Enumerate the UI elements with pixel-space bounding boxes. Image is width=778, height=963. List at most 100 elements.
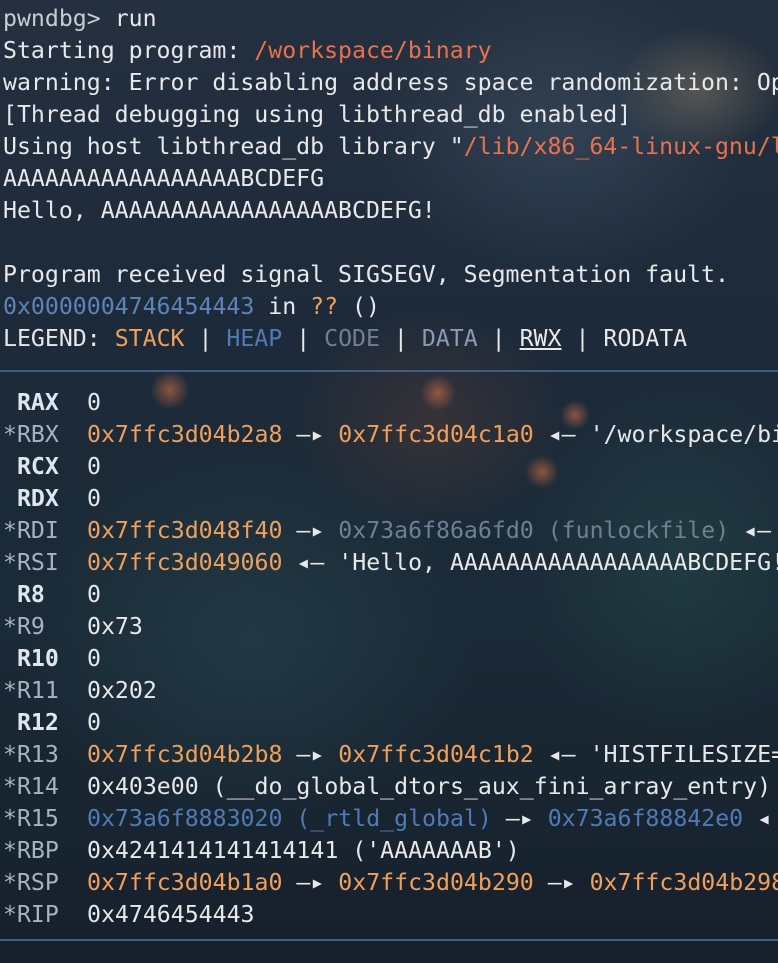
register-rdx: RDX 0 <box>3 483 778 515</box>
fault-args: () <box>338 293 380 320</box>
register-r10: R10 0 <box>3 643 778 675</box>
arrow: ◂— <box>729 517 772 544</box>
reg-name: R8 <box>3 581 45 608</box>
reg-value: 0x73 <box>87 613 143 640</box>
reg-name: *R13 <box>3 741 59 768</box>
string-value: 'HISTFILESIZE= <box>589 741 778 768</box>
reg-value: 0 <box>87 645 101 672</box>
section-divider <box>0 939 778 941</box>
prompt-line: pwndbg> run <box>3 3 778 35</box>
reg-name: *RBP <box>3 837 59 864</box>
thread-debug-line: [Thread debugging using libthread_db ena… <box>3 101 632 128</box>
reg-name: R12 <box>3 709 59 736</box>
deref-value: 0x73a6f86a6fd0 (funlockfile) <box>338 517 730 544</box>
deref-value: 0x7ffc3d04b290 <box>338 869 534 896</box>
register-r15: *R15 0x73a6f8883020 (_rtld_global) —▸ 0x7… <box>3 803 778 835</box>
reg-name: *RIP <box>3 901 59 928</box>
reg-name: *RDI <box>3 517 59 544</box>
terminal-output[interactable]: pwndbg> run Starting program: /workspace… <box>0 3 778 941</box>
reg-value: 0x403e00 (__do_global_dtors_aux_fini_arr… <box>87 773 772 800</box>
arrow: ◂— <box>533 421 590 448</box>
reg-name: RDX <box>3 485 59 512</box>
legend-sep: | <box>379 325 422 352</box>
reg-value: 0x4241414141414141 ('AAAAAAAB') <box>87 837 520 864</box>
reg-name: R10 <box>3 645 59 672</box>
reg-value: 0 <box>87 709 101 736</box>
reg-name: *R11 <box>3 677 59 704</box>
reg-value: 0x7ffc3d04b2b8 <box>87 741 283 768</box>
register-r12: R12 0 <box>3 707 778 739</box>
arrow: —▸ <box>282 421 339 448</box>
deref-value: 0x7ffc3d04c1b2 <box>338 741 534 768</box>
reg-name: *RBX <box>3 421 59 448</box>
legend-code: CODE <box>324 325 380 352</box>
starting-program-line: Starting program: /workspace/binary <box>3 35 778 67</box>
libthread-db-line: Using host libthread_db library "/lib/x8… <box>3 131 778 163</box>
register-r9: *R9 0x73 <box>3 611 778 643</box>
reg-value: 0x202 <box>87 677 157 704</box>
using-host-label: Using host libthread_db library " <box>3 133 464 160</box>
command-text: run <box>114 5 157 32</box>
arrow: —▸ <box>491 805 548 832</box>
reg-value: 0x73a6f8883020 (_rtld_global) <box>87 805 492 832</box>
legend-sep: | <box>477 325 520 352</box>
fault-in: in <box>254 293 311 320</box>
legend-heap: HEAP <box>226 325 283 352</box>
legend-data: DATA <box>421 325 478 352</box>
string-value: '/workspace/bi <box>589 421 778 448</box>
libthread-db-path: /lib/x86_64-linux-gnu/l <box>463 133 778 160</box>
reg-name: *R15 <box>3 805 59 832</box>
reg-name: RCX <box>3 453 59 480</box>
fault-address: 0x0000004746454443 <box>3 293 255 320</box>
arrow: ◂— <box>282 549 339 576</box>
arrow: ◂— <box>533 741 590 768</box>
reg-value: 0x7ffc3d048f40 <box>87 517 283 544</box>
starting-label: Starting program: <box>3 37 255 64</box>
signal-line: Program received signal SIGSEGV, Segment… <box>3 261 729 288</box>
register-r8: R8 0 <box>3 579 778 611</box>
arrow: —▸ <box>282 869 339 896</box>
register-r13: *R13 0x7ffc3d04b2b8 —▸ 0x7ffc3d04c1b2 ◂— … <box>3 739 778 771</box>
legend-label: LEGEND: <box>3 325 115 352</box>
section-divider <box>0 370 778 372</box>
reg-value: 0 <box>87 581 101 608</box>
arrow: ◂ <box>743 805 772 832</box>
legend-rwx: RWX <box>519 325 562 352</box>
reg-value: 0x4746454443 <box>87 901 255 928</box>
prompt: pwndbg> <box>3 5 101 32</box>
reg-value: 0 <box>87 485 101 512</box>
legend-sep: | <box>561 325 604 352</box>
legend-rodata: RODATA <box>603 325 688 352</box>
deref-value: 0x7ffc3d04b298 <box>589 869 778 896</box>
string-value: 'Hello, AAAAAAAAAAAAAAAAABCDEFG! <box>338 549 778 576</box>
deref-value: 0x7ffc3d04c1a0 <box>338 421 534 448</box>
legend-sep: | <box>184 325 227 352</box>
legend-line: LEGEND: STACK | HEAP | CODE | DATA | RWX… <box>3 323 778 355</box>
register-rdi: *RDI 0x7ffc3d048f40 —▸ 0x73a6f86a6fd0 (fu… <box>3 515 778 547</box>
register-rcx: RCX 0 <box>3 451 778 483</box>
arrow: —▸ <box>533 869 590 896</box>
reg-value: 0x7ffc3d04b2a8 <box>87 421 283 448</box>
reg-value: 0x7ffc3d04b1a0 <box>87 869 283 896</box>
legend-stack: STACK <box>114 325 185 352</box>
fault-symbol: ?? <box>310 293 339 320</box>
reg-value: 0 <box>87 389 101 416</box>
reg-name: *R9 <box>3 613 45 640</box>
register-rip: *RIP 0x4746454443 <box>3 899 778 931</box>
binary-path: /workspace/binary <box>254 37 492 64</box>
reg-value: 0 <box>87 453 101 480</box>
register-rax: RAX 0 <box>3 387 778 419</box>
register-rbx: *RBX 0x7ffc3d04b2a8 —▸ 0x7ffc3d04c1a0 ◂— … <box>3 419 778 451</box>
register-rsi: *RSI 0x7ffc3d049060 ◂— 'Hello, AAAAAAAAAA… <box>3 547 778 579</box>
legend-sep: | <box>282 325 325 352</box>
reg-name: *RSP <box>3 869 59 896</box>
reg-name: RAX <box>3 389 59 416</box>
deref-value: 0x73a6f88842e0 <box>547 805 744 832</box>
reg-value: 0x7ffc3d049060 <box>87 549 283 576</box>
arrow: —▸ <box>282 517 339 544</box>
register-rsp: *RSP 0x7ffc3d04b1a0 —▸ 0x7ffc3d04b290 —▸ … <box>3 867 778 899</box>
warning-line: warning: Error disabling address space r… <box>3 69 778 96</box>
register-r14: *R14 0x403e00 (__do_global_dtors_aux_fini… <box>3 771 778 803</box>
hello-output-line: Hello, AAAAAAAAAAAAAAAAABCDEFG! <box>3 197 436 224</box>
